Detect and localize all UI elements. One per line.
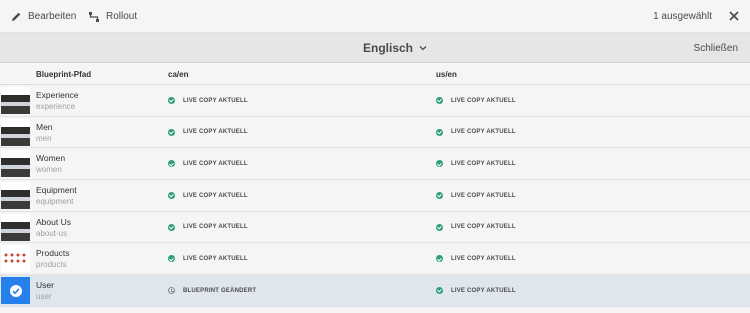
page-thumbnail[interactable] (1, 87, 30, 114)
checkmark-circle-icon (9, 284, 22, 297)
page-thumbnail[interactable] (1, 213, 30, 241)
table-row[interactable]: About Us about-us LIVE COPY AKTUELL LIVE… (0, 211, 750, 244)
close-icon[interactable] (726, 8, 742, 24)
status-label: LIVE COPY AKTUELL (183, 224, 248, 231)
status-us-en: LIVE COPY AKTUELL (436, 275, 516, 306)
checkmark-circle-icon (436, 192, 443, 200)
status-label: LIVE COPY AKTUELL (183, 129, 248, 136)
status-label: BLUEPRINT GEÄNDERT (183, 287, 257, 294)
checkmark-circle-icon (168, 97, 175, 104)
row-title: About Us (36, 216, 71, 227)
status-label: LIVE COPY AKTUELL (451, 160, 516, 167)
column-header-path[interactable]: Blueprint-Pfad (36, 63, 91, 85)
row-name: men (36, 133, 52, 143)
status-us-en: LIVE COPY AKTUELL (436, 85, 516, 116)
page-thumbnail[interactable] (1, 182, 30, 210)
checkmark-circle-icon (436, 160, 443, 168)
language-bar: Englisch Schließen (0, 33, 750, 63)
status-ca-en: LIVE COPY AKTUELL (168, 243, 248, 274)
page-thumbnail[interactable] (1, 150, 30, 178)
checkmark-circle-icon (168, 128, 175, 136)
live-copy-table: Blueprint-Pfad ca/en us/en Experience ex… (0, 63, 750, 307)
checkmark-circle-icon (168, 192, 175, 200)
rollout-label: Rollout (106, 11, 138, 22)
table-row[interactable]: Men men LIVE COPY AKTUELL LIVE COPY AKTU… (0, 116, 750, 149)
column-header-us-en[interactable]: us/en (436, 63, 457, 85)
status-label: LIVE COPY AKTUELL (183, 97, 248, 104)
row-title: Products (36, 248, 70, 259)
row-title: User (36, 280, 54, 291)
status-label: LIVE COPY AKTUELL (451, 129, 516, 136)
status-us-en: LIVE COPY AKTUELL (436, 243, 516, 274)
status-us-en: LIVE COPY AKTUELL (436, 117, 516, 148)
status-label: LIVE COPY AKTUELL (183, 192, 248, 199)
checkmark-circle-icon (168, 160, 175, 168)
status-ca-en: LIVE COPY AKTUELL (168, 117, 248, 148)
row-name: women (36, 165, 62, 175)
status-us-en: LIVE COPY AKTUELL (436, 148, 516, 179)
rollout-icon (89, 11, 99, 22)
status-ca-en: LIVE COPY AKTUELL (168, 85, 248, 116)
checkmark-circle-icon (436, 287, 443, 295)
row-title: Experience (36, 90, 79, 100)
status-label: LIVE COPY AKTUELL (451, 287, 516, 294)
status-label: LIVE COPY AKTUELL (451, 97, 516, 104)
page-thumbnail[interactable] (1, 245, 30, 273)
pencil-icon (12, 12, 21, 21)
chevron-down-icon (419, 46, 427, 51)
table-row[interactable]: Women women LIVE COPY AKTUELL LIVE COPY … (0, 148, 750, 181)
row-name: experience (36, 102, 76, 111)
action-toolbar: Bearbeiten Rollout 1 ausgewählt (0, 0, 750, 33)
language-label: Englisch (363, 41, 414, 55)
status-us-en: LIVE COPY AKTUELL (436, 212, 516, 243)
table-row[interactable]: Products products LIVE COPY AKTUELL LIVE… (0, 243, 750, 276)
checkmark-circle-icon (436, 128, 443, 136)
column-header-ca-en[interactable]: ca/en (168, 63, 188, 85)
status-label: LIVE COPY AKTUELL (183, 255, 248, 262)
language-select[interactable]: Englisch (363, 33, 427, 63)
status-us-en: LIVE COPY AKTUELL (436, 180, 516, 211)
status-label: LIVE COPY AKTUELL (183, 160, 248, 167)
row-name: about-us (36, 228, 68, 238)
row-title: Men (36, 121, 53, 132)
table-row-selected[interactable]: User user BLUEPRINT GEÄNDERT LIVE COPY A… (0, 275, 750, 307)
checkmark-circle-icon (436, 97, 443, 104)
rollout-button[interactable]: Rollout (88, 0, 137, 33)
status-ca-en: LIVE COPY AKTUELL (168, 212, 248, 243)
status-label: LIVE COPY AKTUELL (451, 255, 516, 262)
row-title: Women (36, 153, 66, 164)
checkmark-circle-icon (436, 255, 443, 263)
status-ca-en: LIVE COPY AKTUELL (168, 148, 248, 179)
row-title: Equipment (36, 185, 77, 196)
status-ca-en: BLUEPRINT GEÄNDERT (168, 275, 256, 306)
status-label: LIVE COPY AKTUELL (451, 224, 516, 231)
row-name: equipment (36, 197, 74, 207)
page-thumbnail[interactable] (1, 118, 30, 146)
edit-button[interactable]: Bearbeiten (10, 0, 76, 33)
status-label: LIVE COPY AKTUELL (451, 192, 516, 199)
checkmark-circle-icon (168, 223, 175, 231)
checkmark-circle-icon (436, 223, 443, 231)
selection-count: 1 ausgewählt (653, 11, 712, 22)
row-name: products (36, 260, 67, 270)
table-row[interactable]: Equipment equipment LIVE COPY AKTUELL LI… (0, 180, 750, 212)
row-select-checkbox[interactable] (1, 277, 30, 305)
close-button[interactable]: Schließen (694, 33, 738, 63)
table-header: Blueprint-Pfad ca/en us/en (0, 63, 750, 85)
row-name: user (36, 292, 52, 302)
table-row[interactable]: Experience experience LIVE COPY AKTUELL … (0, 85, 750, 117)
checkmark-circle-icon (168, 255, 175, 263)
clock-icon (168, 287, 175, 295)
status-ca-en: LIVE COPY AKTUELL (168, 180, 248, 211)
edit-label: Bearbeiten (28, 11, 77, 22)
